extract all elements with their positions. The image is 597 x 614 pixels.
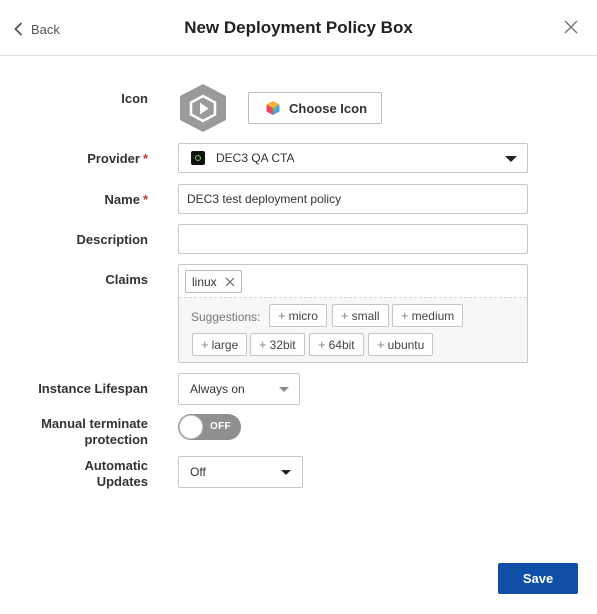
suggestion-chip-ubuntu[interactable]: + ubuntu [368,333,434,356]
name-input[interactable] [179,185,527,213]
manual-terminate-label-line2: protection [84,432,148,447]
provider-label-text: Provider [87,151,140,166]
suggestion-label: small [351,308,380,323]
suggestion-chip-small[interactable]: + small [332,304,389,327]
suggestions-label: Suggestions: [191,310,261,324]
suggestion-chip-large[interactable]: + large [192,333,248,356]
claims-label: Claims [105,272,148,287]
automatic-updates-label-line2: Updates [96,474,148,489]
toggle-knob [179,415,203,439]
claims-input[interactable]: linux Suggestions: + micro + small + medium… [178,264,528,363]
claim-tag-label: linux [192,274,217,289]
remove-tag-icon[interactable] [225,277,235,287]
modal-title: New Deployment Policy Box [184,18,413,37]
modal-header: Back New Deployment Policy Box [0,0,597,56]
manual-terminate-label: Manual terminate protection [41,416,148,448]
plus-icon: + [201,337,209,352]
provider-label: Provider * [87,151,148,167]
chevron-down-icon [281,470,291,475]
policy-icon-preview [177,83,229,133]
automatic-updates-select[interactable]: Off [178,456,303,488]
choose-icon-button[interactable]: Choose Icon [248,92,382,124]
suggestion-label: medium [411,308,455,323]
description-label: Description [76,232,148,247]
name-label: Name * [105,192,148,208]
suggestion-chip-64bit[interactable]: +64bit [309,333,364,356]
claims-tag-area[interactable]: linux [179,265,527,298]
suggestion-label: micro [288,308,318,323]
provider-select[interactable]: DEC3 QA CTA [178,143,528,173]
plus-icon: + [278,308,286,323]
suggestions-panel: Suggestions: + micro + small + medium + larg… [179,298,527,362]
instance-lifespan-select[interactable]: Always on [178,373,300,405]
choose-icon-label: Choose Icon [289,100,368,116]
automatic-updates-value: Off [190,465,206,479]
plus-icon: + [401,308,409,323]
play-hexagon-icon [180,84,226,132]
chevron-down-icon [279,387,289,392]
required-mark: * [142,192,148,207]
manual-terminate-toggle[interactable]: OFF [178,414,241,440]
provider-logo-icon [191,151,205,165]
plus-icon: + [318,337,326,352]
suggestion-chip-medium[interactable]: + medium [392,304,464,327]
suggestion-chip-32bit[interactable]: +32bit [250,333,305,356]
save-button[interactable]: Save [498,563,578,594]
close-icon[interactable] [563,19,579,35]
suggestion-label: large [211,337,239,352]
color-cube-icon [266,101,280,115]
manual-terminate-label-line1: Manual terminate [41,416,148,431]
required-mark: * [142,151,148,166]
description-field[interactable] [178,224,528,254]
instance-lifespan-label: Instance Lifespan [38,381,148,396]
plus-icon: + [259,337,267,352]
plus-icon: + [341,308,349,323]
description-input[interactable] [179,225,527,253]
suggestion-label: 32bit [269,337,296,352]
suggestion-label: ubuntu [387,337,425,352]
plus-icon: + [377,337,385,352]
instance-lifespan-value: Always on [190,382,245,396]
claim-tag: linux [185,270,242,293]
toggle-state-text: OFF [210,421,231,432]
suggestion-label: 64bit [328,337,355,352]
provider-value: DEC3 QA CTA [216,151,295,165]
chevron-down-icon [505,156,517,162]
automatic-updates-label: Automatic Updates [84,458,148,490]
name-field[interactable] [178,184,528,214]
suggestion-chip-micro[interactable]: + micro [269,304,327,327]
automatic-updates-label-line1: Automatic [84,458,148,473]
name-label-text: Name [104,192,140,207]
icon-label: Icon [121,91,148,106]
